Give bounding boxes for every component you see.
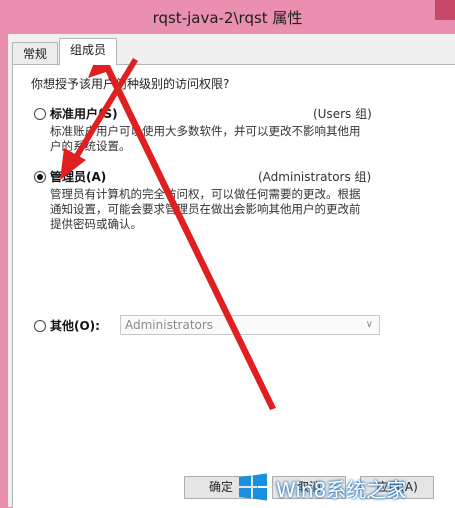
radio-other[interactable] — [34, 320, 46, 332]
title-bar: rqst-java-2\rqst 属性 — [0, 0, 455, 34]
chevron-down-icon: ∨ — [365, 319, 373, 330]
tab-general[interactable]: 常规 — [12, 42, 58, 64]
radio-administrator[interactable] — [34, 171, 46, 183]
close-button[interactable] — [435, 0, 455, 20]
window-title: rqst-java-2\rqst 属性 — [152, 9, 303, 27]
radio-standard-user[interactable] — [34, 108, 46, 120]
watermark: Win8系统之家 — [238, 470, 438, 504]
other-group-value: Administrators — [125, 318, 214, 332]
watermark-text: Win8系统之家 — [276, 478, 407, 502]
standard-user-label[interactable]: 标准用户(S) — [50, 105, 118, 122]
other-label[interactable]: 其他(O): — [50, 317, 100, 334]
tab-panel: 你想授予该用户何种级别的访问权限? 标准用户(S) (Users 组) 标准账户… — [12, 64, 455, 508]
other-group-select[interactable]: Administrators ∨ — [120, 315, 380, 335]
standard-user-group: (Users 组) — [313, 107, 372, 121]
properties-dialog: 常规 组成员 你想授予该用户何种级别的访问权限? 标准用户(S) (Users … — [8, 34, 455, 508]
administrator-desc: 管理员有计算机的完全访问权，可以做任何需要的更改。根据 通知设置，可能会要求管理… — [50, 187, 361, 231]
administrator-group: (Administrators 组) — [258, 170, 372, 184]
tab-group-membership[interactable]: 组成员 — [59, 38, 117, 65]
administrator-label[interactable]: 管理员(A) — [50, 168, 106, 185]
access-question: 你想授予该用户何种级别的访问权限? — [31, 77, 230, 91]
standard-user-desc: 标准账户用户可以使用大多数软件，并可以更改不影响其他用 户的系统设置。 — [50, 124, 361, 153]
windows-logo-icon — [239, 473, 267, 501]
